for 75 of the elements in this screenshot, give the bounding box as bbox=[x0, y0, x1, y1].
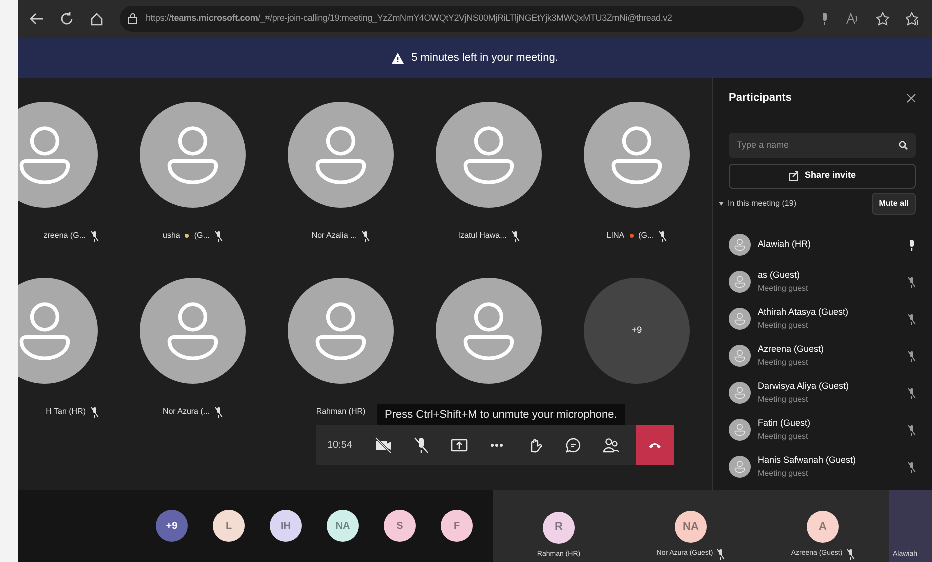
close-icon bbox=[907, 94, 916, 103]
participant-name: H Tan (HR) bbox=[46, 406, 86, 418]
share-screen-icon bbox=[450, 436, 468, 454]
participant-name: usha bbox=[163, 230, 180, 242]
chat-icon bbox=[564, 436, 582, 454]
avatar-icon bbox=[729, 308, 751, 330]
participant-name: LINA bbox=[606, 230, 625, 242]
search-icon bbox=[899, 140, 908, 150]
banner-text: 5 minutes left in your meeting. bbox=[412, 50, 558, 66]
participant-avatar: R bbox=[543, 512, 575, 544]
avatar-icon bbox=[729, 271, 751, 293]
participant-name: as (Guest) bbox=[758, 269, 802, 282]
participant-name: Alawiah (HR) bbox=[758, 238, 812, 252]
avatar-icon bbox=[584, 102, 690, 208]
muted-microphone-icon bbox=[412, 436, 430, 454]
participant-name: Athirah Atasya (Guest) bbox=[758, 306, 850, 320]
avatar-icon bbox=[729, 456, 751, 478]
share-icon bbox=[788, 171, 799, 181]
mute-all-button[interactable]: Mute all bbox=[872, 192, 916, 214]
participant-name: zreena (G... bbox=[44, 230, 86, 242]
address-bar[interactable]: https://teams.microsoft.com/_#/pre-join-calling/19:meeting_YzZmNmY4OWQtY2VjNS00MjRiLTljNGEtYjk3MWQxMTU3ZmNi@thread.v2 bbox=[120, 6, 804, 32]
participant-role: Meeting guest bbox=[758, 394, 810, 406]
call-timer: 10:54 bbox=[326, 438, 354, 452]
avatar-icon bbox=[436, 278, 542, 384]
participant-avatar: NA bbox=[675, 511, 707, 543]
participant-name: (G... bbox=[638, 230, 654, 242]
participant-name: Nor Azura (... bbox=[162, 406, 210, 418]
participant-name: Azreena (Guest) bbox=[758, 343, 826, 356]
more-icon bbox=[491, 444, 503, 446]
avatar-icon bbox=[18, 102, 98, 208]
participant-name: Fatin (Guest) bbox=[758, 417, 812, 430]
phone-icon bbox=[648, 441, 662, 449]
people-icon bbox=[602, 436, 620, 454]
back-icon[interactable] bbox=[30, 12, 44, 26]
participant-role: Meeting guest bbox=[758, 320, 810, 332]
url-text: https://teams.microsoft.com/_#/pre-join-calling/19:meeting_YzZmNmY4OWQtY2VjNS00MjRiLTljNGEtYjk3MWQxMTU3ZmNi@thread.v2 bbox=[146, 12, 672, 26]
avatar-icon bbox=[729, 419, 751, 441]
avatar-icon bbox=[288, 102, 394, 208]
avatar-icon bbox=[288, 278, 394, 384]
home-icon[interactable] bbox=[90, 12, 104, 26]
panel-title: Participants bbox=[729, 91, 792, 106]
avatar-icon bbox=[436, 102, 542, 208]
participant-avatar[interactable]: +9 bbox=[156, 510, 188, 542]
avatar-icon bbox=[729, 382, 751, 404]
warning-icon bbox=[392, 52, 404, 64]
participant-name: Nor Azalia ... bbox=[312, 230, 358, 242]
avatar-icon bbox=[729, 234, 751, 256]
participant-name: Izatul Hawa... bbox=[458, 230, 507, 242]
search-field[interactable]: Type a name bbox=[729, 132, 916, 158]
camera-off-icon bbox=[374, 436, 392, 454]
more-participants-button[interactable]: +9 bbox=[584, 278, 690, 384]
participant-name: (G... bbox=[194, 230, 210, 242]
participant-avatar: A bbox=[807, 511, 839, 543]
participant-name: Hanis Safwanah (Guest) bbox=[758, 454, 858, 468]
tooltip: Press Ctrl+Shift+M to unmute your microphone. bbox=[377, 404, 626, 426]
participant-name: Darwisya Aliya (Guest) bbox=[758, 380, 850, 394]
favorite-icon[interactable] bbox=[876, 12, 890, 26]
read-aloud-icon[interactable] bbox=[846, 12, 860, 26]
refresh-icon[interactable] bbox=[60, 12, 74, 26]
avatar-icon bbox=[140, 102, 246, 208]
section-toggle[interactable]: In this meeting (19) bbox=[719, 198, 796, 210]
participant-role: Meeting guest bbox=[758, 430, 810, 443]
participant-role: Meeting guest bbox=[758, 356, 810, 369]
favorites-icon[interactable] bbox=[906, 12, 920, 26]
caret-down-icon bbox=[719, 202, 724, 206]
avatar-icon bbox=[729, 345, 751, 367]
close-button[interactable] bbox=[907, 94, 916, 103]
avatar-icon bbox=[18, 278, 98, 384]
participant-role: Meeting guest bbox=[758, 282, 810, 295]
avatar-icon bbox=[140, 278, 246, 384]
lock-icon bbox=[128, 13, 138, 25]
participant-name: Rahman (HR) bbox=[316, 406, 366, 418]
microphone-icon[interactable] bbox=[820, 12, 830, 26]
participant-role: Meeting guest bbox=[758, 468, 810, 480]
share-invite-button[interactable]: Share invite bbox=[729, 164, 916, 188]
